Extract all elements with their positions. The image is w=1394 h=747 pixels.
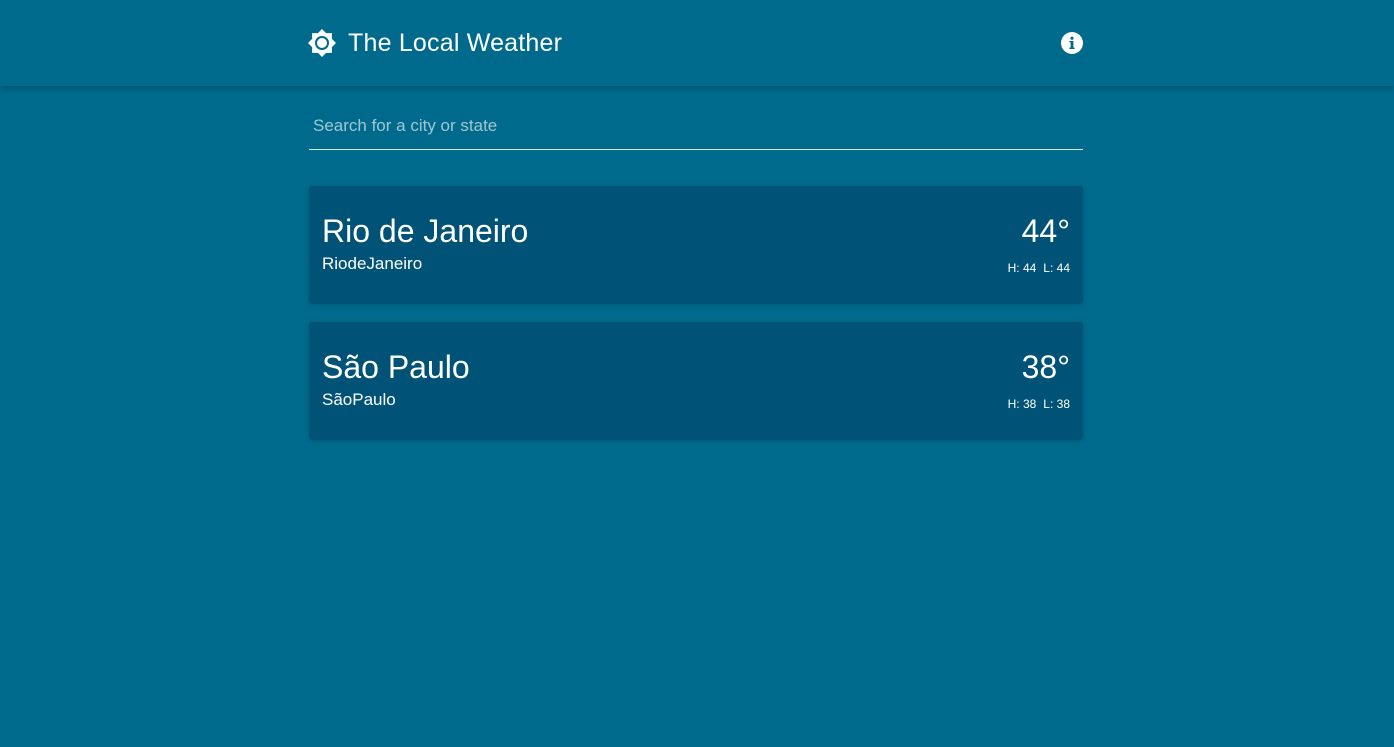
city-name: Rio de Janeiro [322, 213, 529, 249]
high-low: H: 38 L: 38 [1008, 397, 1070, 411]
city-card-sao-paulo[interactable]: São Paulo SãoPaulo 38° H: 38 L: 38 [309, 322, 1083, 440]
city-subtitle: RiodeJaneiro [322, 254, 423, 273]
search-input[interactable] [309, 104, 1083, 148]
city-card-rio-de-janeiro[interactable]: Rio de Janeiro RiodeJaneiro 44° H: 44 L: … [309, 186, 1083, 304]
app-header: The Local Weather [0, 0, 1394, 86]
city-subtitle: SãoPaulo [322, 390, 396, 409]
current-temperature: 44° [1021, 213, 1070, 249]
low-temperature: L: 44 [1043, 261, 1070, 275]
sun-icon [308, 29, 336, 57]
high-temperature: H: 38 [1007, 397, 1037, 411]
low-temperature: L: 38 [1043, 397, 1070, 411]
high-temperature: H: 44 [1007, 261, 1037, 275]
city-name: São Paulo [322, 349, 470, 385]
app-title: The Local Weather [348, 28, 563, 57]
search-field [309, 104, 1083, 150]
high-low: H: 44 L: 44 [1008, 261, 1070, 275]
header-content: The Local Weather [308, 0, 1083, 86]
info-icon[interactable] [1061, 32, 1083, 54]
brand: The Local Weather [308, 28, 563, 58]
current-temperature: 38° [1021, 349, 1070, 385]
